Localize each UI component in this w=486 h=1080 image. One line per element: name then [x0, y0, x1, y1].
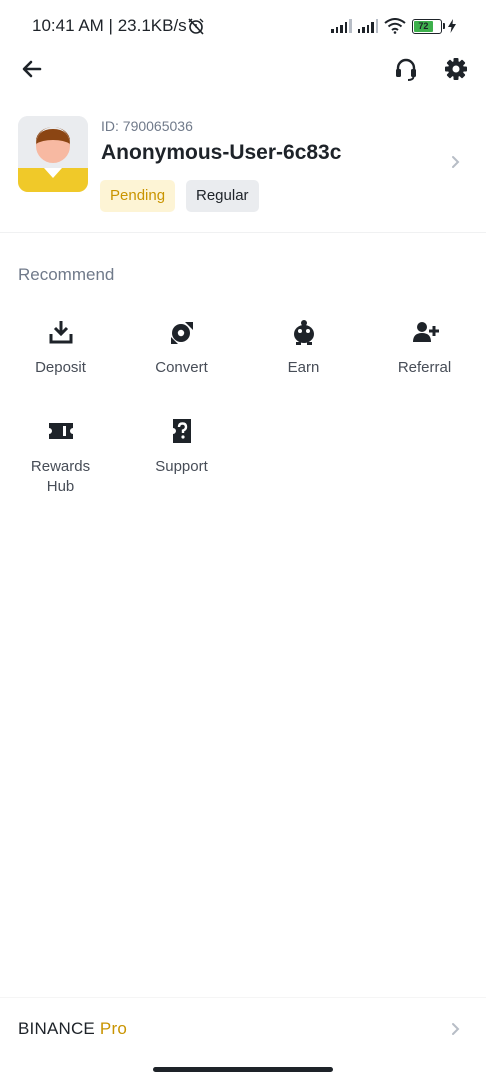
recommend-item-label: Deposit — [35, 359, 86, 376]
footer-divider — [0, 997, 486, 998]
section-title-recommend: Recommend — [18, 265, 115, 284]
signal-icon — [357, 19, 378, 33]
gear-icon[interactable] — [441, 54, 471, 84]
home-indicator[interactable] — [153, 1067, 333, 1072]
brand-accent: Pro — [99, 1019, 127, 1038]
binance-pro-link[interactable]: BINANCE Pro — [18, 1019, 127, 1039]
top-nav — [0, 48, 486, 90]
chevron-right-icon[interactable] — [448, 154, 462, 170]
status-badge-pending: Pending — [100, 180, 176, 212]
recommend-item-support[interactable]: Support — [121, 417, 242, 477]
recommend-item-label: Support — [155, 458, 208, 475]
status-time: 10:41 AM | 23.1KB/s — [32, 16, 187, 35]
convert-icon — [170, 322, 193, 344]
avatar[interactable] — [18, 116, 88, 192]
recommend-item-convert[interactable]: Convert — [121, 318, 242, 378]
back-arrow-icon[interactable] — [18, 55, 46, 83]
recommend-item-deposit[interactable]: Deposit — [0, 318, 121, 378]
recommend-item-label: Rewards Hub — [30, 458, 91, 495]
recommend-item-rewards-hub[interactable]: Rewards Hub — [0, 417, 121, 497]
recommend-item-label: Earn — [287, 359, 320, 376]
status-icons: 72 — [331, 16, 456, 36]
recommend-item-referral[interactable]: Referral — [364, 318, 485, 378]
battery-level: 72 — [418, 21, 429, 31]
brand-name: BINANCE — [18, 1019, 95, 1038]
rewards-hub-icon — [48, 423, 73, 439]
headset-icon[interactable] — [391, 54, 421, 84]
signal-icon — [331, 19, 352, 33]
charging-icon — [448, 19, 456, 33]
recommend-item-earn[interactable]: Earn — [243, 318, 364, 378]
status-badge-regular: Regular — [186, 180, 259, 212]
user-id: ID: 790065036 — [101, 118, 193, 134]
support-icon — [172, 419, 191, 443]
username: Anonymous-User-6c83c — [101, 141, 342, 164]
status-bar: 10:41 AM | 23.1KB/s 72 — [0, 0, 486, 52]
profile-card[interactable]: ID: 790065036 Anonymous-User-6c83c Pendi… — [0, 108, 486, 232]
recommend-item-label: Convert — [155, 359, 208, 376]
referral-icon — [412, 322, 439, 342]
section-divider — [0, 232, 486, 233]
battery-icon: 72 — [412, 18, 445, 34]
recommend-item-label: Referral — [397, 359, 452, 376]
wifi-icon — [384, 18, 406, 34]
mute-alarm-icon — [188, 18, 204, 35]
earn-icon — [293, 320, 314, 345]
deposit-icon — [49, 321, 72, 344]
chevron-right-icon[interactable] — [448, 1021, 462, 1037]
